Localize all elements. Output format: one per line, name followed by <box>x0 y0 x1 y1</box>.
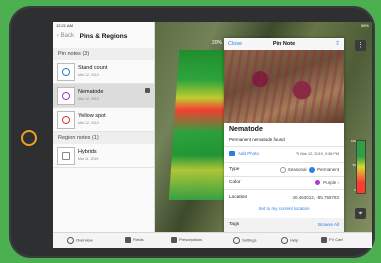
type-selector[interactable]: Seasonal Permanent <box>279 167 339 173</box>
chevron-down-icon: ⌄ <box>58 134 64 140</box>
region-notes-section[interactable]: Region notes (1) ⌄ <box>53 132 154 144</box>
overview-icon <box>67 237 74 244</box>
app-screen: 20% ⋮ 100 50 0 ⌖ ‹ Back Pins & Regions P… <box>53 22 372 248</box>
help-icon <box>281 237 288 244</box>
cart-icon <box>321 237 327 243</box>
color-value: Purple <box>323 180 337 185</box>
divider <box>224 176 344 177</box>
percent-label: 20% <box>212 40 223 46</box>
permanent-option-label: Permanent <box>316 167 339 173</box>
divider <box>224 162 344 163</box>
pin-date: Mar 12, 2019 <box>78 97 99 101</box>
radio-permanent[interactable] <box>308 167 315 173</box>
set-location-button[interactable]: Set to my current location <box>224 206 344 211</box>
tab-overview[interactable]: Overview <box>67 237 93 244</box>
pin-thumbnail-icon <box>57 111 75 129</box>
divider <box>224 189 344 190</box>
tab-fv-cart[interactable]: FV Cart <box>321 237 343 243</box>
pin-date: Mar 12, 2019 <box>78 121 99 125</box>
region-date: Mar 11, 2019 <box>78 157 99 161</box>
legend-label-mid: 50 <box>352 163 356 167</box>
pins-regions-sidebar: ‹ Back Pins & Regions Pin notes (3) ⌄ St… <box>53 22 155 232</box>
pin-note-title: Pin Note <box>272 41 296 47</box>
location-label: Location <box>229 195 248 200</box>
list-item[interactable]: Stand count Mar 12, 2019 <box>53 60 154 84</box>
note-photo[interactable] <box>224 50 344 123</box>
tags-row: Tags Browse All <box>224 218 344 232</box>
gear-icon <box>233 237 240 244</box>
camera-icon <box>229 151 235 157</box>
add-photo-button[interactable]: Add Photo <box>229 151 259 157</box>
more-options-icon[interactable]: ⋮ <box>355 40 366 51</box>
tab-fields[interactable]: Fields <box>125 237 144 243</box>
pin-notes-section[interactable]: Pin notes (3) ⌄ <box>53 48 154 60</box>
tags-label: Tags <box>229 222 240 227</box>
status-battery: 58% <box>360 23 369 28</box>
note-name[interactable]: Nematode <box>229 126 263 133</box>
pin-name: Yellow spot <box>78 113 106 119</box>
note-icon <box>145 88 150 93</box>
pin-thumbnail-icon <box>57 87 75 105</box>
tab-settings[interactable]: Settings <box>233 237 256 244</box>
legend-label-high: 100 <box>350 139 356 143</box>
sidebar-header: ‹ Back Pins & Regions <box>53 28 154 46</box>
note-date: ✎ Mar 12, 2019, 3:38 PM <box>296 152 339 156</box>
seasonal-option-label: Seasonal <box>287 167 307 173</box>
radio-seasonal[interactable] <box>279 167 286 173</box>
type-label: Type <box>229 167 240 172</box>
tablet-frame: 20% ⋮ 100 50 0 ⌖ ‹ Back Pins & Regions P… <box>9 6 375 258</box>
pin-note-panel: Close Pin Note ⇪ Nematode Permanent nema… <box>224 38 344 232</box>
share-icon[interactable]: ⇪ <box>335 40 340 47</box>
pin-name: Stand count <box>78 65 108 71</box>
sidebar-title: Pins & Regions <box>79 33 128 40</box>
home-button[interactable] <box>21 130 37 146</box>
note-description[interactable]: Permanent nematode found <box>229 137 285 142</box>
color-selector[interactable]: Purple › <box>315 180 339 186</box>
region-thumbnail-icon <box>57 147 75 165</box>
pin-thumbnail-icon <box>57 63 75 81</box>
region-name: Hybrids <box>78 149 97 155</box>
divider <box>224 146 344 147</box>
tab-help[interactable]: Help <box>281 237 298 244</box>
list-item[interactable]: Hybrids Mar 11, 2019 <box>53 144 154 168</box>
bottom-tab-bar: Overview Fields Prescriptions Settings H… <box>53 232 372 248</box>
list-item[interactable]: Yellow spot Mar 12, 2019 <box>53 108 154 132</box>
locate-icon[interactable]: ⌖ <box>355 208 366 219</box>
tab-prescriptions[interactable]: Prescriptions <box>171 237 202 243</box>
browse-all-button[interactable]: Browse All <box>318 222 339 227</box>
prescriptions-icon <box>171 237 177 243</box>
chevron-down-icon: ⌄ <box>58 50 64 56</box>
color-swatch <box>315 180 321 186</box>
pin-date: Mar 12, 2019 <box>78 73 99 77</box>
legend-label-low: 0 <box>354 188 356 192</box>
status-bar: 12:21 AM 58% <box>53 22 372 28</box>
fields-icon <box>125 237 131 243</box>
location-value: 40.463012, -85.758783 <box>292 195 339 200</box>
color-label: Color <box>229 180 241 185</box>
pin-name: Nematode <box>78 89 104 95</box>
map-legend <box>356 140 366 194</box>
list-item-selected[interactable]: Nematode Mar 12, 2019 <box>53 84 154 108</box>
status-time: 12:21 AM <box>56 23 73 28</box>
